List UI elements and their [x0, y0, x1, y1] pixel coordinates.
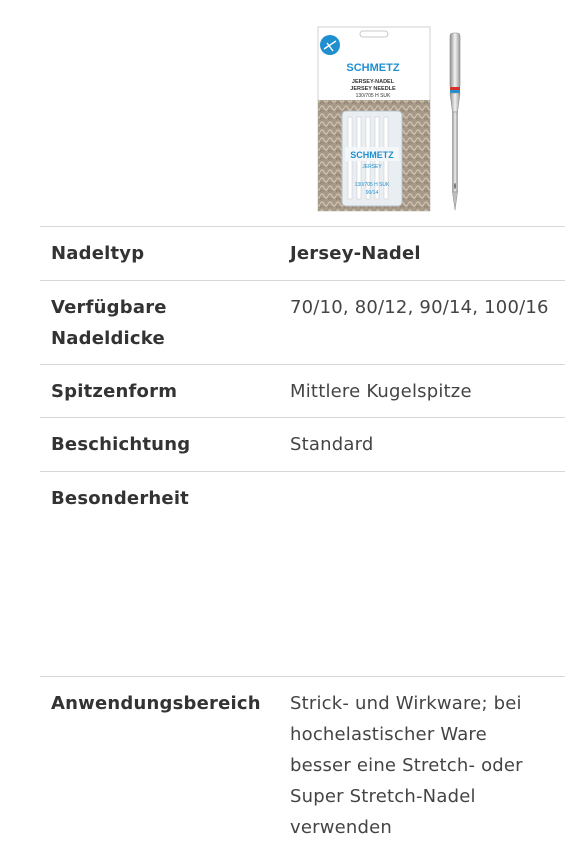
needle-package: SCHMETZ JERSEY-NADEL JERSEY NEEDLE 130/7… — [317, 26, 431, 212]
needle-package-illustration: SCHMETZ JERSEY-NADEL JERSEY NEEDLE 130/7… — [317, 26, 461, 212]
case-type-label: JERSEY — [362, 164, 382, 170]
spec-row-besonderheit: Besonderheit — [40, 471, 565, 676]
spec-value: Standard — [290, 434, 374, 455]
system-code: 130/705 H SUK — [356, 93, 391, 99]
spec-row-nadeltyp: Nadeltyp Jersey-Nadel — [40, 226, 565, 280]
spec-value: Strick- und Wirkware; bei hochelastische… — [290, 693, 523, 838]
title-de: JERSEY-NADEL — [352, 79, 395, 85]
spec-label: Beschichtung — [51, 434, 191, 455]
case-size-label: 90/14 — [366, 190, 379, 196]
spec-row-anwendungsbereich: Anwendungsbereich Strick- und Wirkware; … — [40, 676, 565, 848]
product-image: SCHMETZ JERSEY-NADEL JERSEY NEEDLE 130/7… — [0, 0, 565, 226]
spec-label: Anwendungsbereich — [51, 693, 261, 714]
case-brand-label: SCHMETZ — [350, 150, 394, 160]
spec-label: Nadeltyp — [51, 243, 145, 264]
spec-row-nadeldicke: Verfügbare Nadeldicke 70/10, 80/12, 90/1… — [40, 280, 565, 364]
needle-case: SCHMETZ JERSEY 130/705 H SUK 90/14 — [341, 110, 403, 207]
needle-icon — [449, 32, 461, 211]
spec-row-beschichtung: Beschichtung Standard — [40, 417, 565, 471]
spec-row-spitzenform: Spitzenform Mittlere Kugelspitze — [40, 364, 565, 417]
spec-label: Besonderheit — [51, 488, 189, 509]
spec-label: Verfügbare Nadeldicke — [51, 297, 167, 349]
case-system-label: 130/705 H SUK — [355, 182, 390, 188]
spec-value: Jersey-Nadel — [290, 243, 421, 264]
brand-label: SCHMETZ — [346, 62, 399, 74]
specification-table: Nadeltyp Jersey-Nadel Verfügbare Nadeldi… — [40, 226, 565, 848]
spec-label: Spitzenform — [51, 381, 178, 402]
title-en: JERSEY NEEDLE — [350, 86, 396, 92]
spec-value: 70/10, 80/12, 90/14, 100/16 — [290, 297, 549, 318]
spec-value: Mittlere Kugelspitze — [290, 381, 472, 402]
